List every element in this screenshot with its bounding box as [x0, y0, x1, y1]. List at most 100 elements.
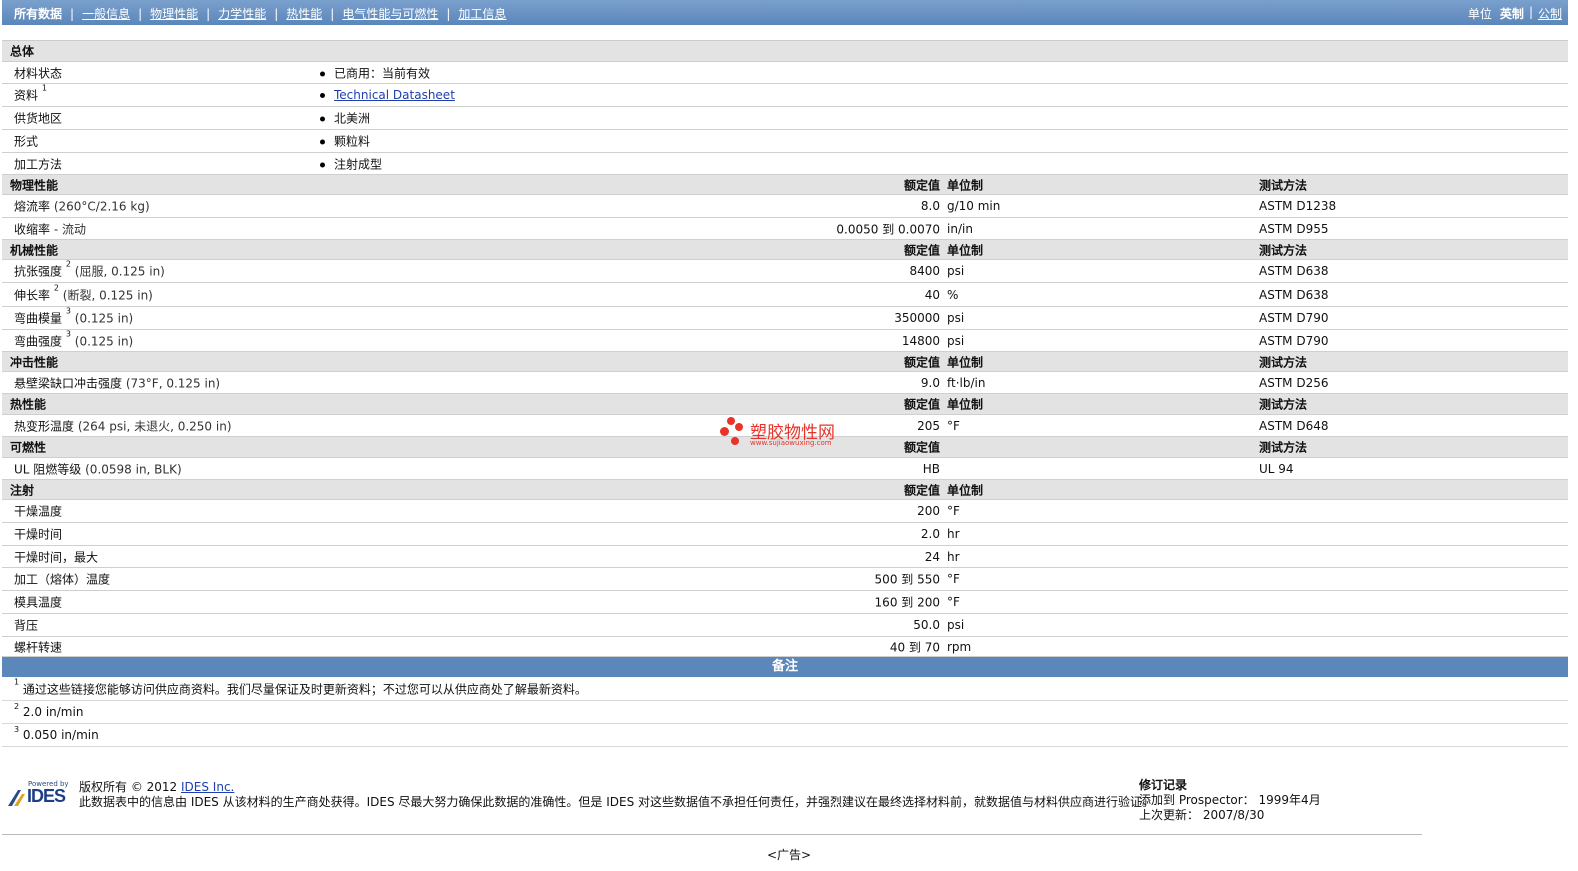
top-nav-bar: 所有数据 | 一般信息 | 物理性能 | 力学性能 | 热性能 | 电气性能与可… — [2, 0, 1568, 25]
table-row: 干燥时间 2.0 hr — [2, 523, 1568, 546]
property-label: 干燥时间 — [14, 527, 63, 542]
condition-text: (0.125 in) — [74, 311, 134, 326]
unit-metric-link[interactable]: 公制 — [1538, 5, 1562, 22]
property-value: 注射成型 — [320, 155, 382, 172]
property-label: 弯曲模量 3 (0.125 in) — [14, 306, 134, 327]
ad-placeholder: <广告> — [766, 848, 812, 862]
col-header-value: 额定值 — [903, 178, 940, 192]
section-nav: 所有数据 | 一般信息 | 物理性能 | 力学性能 | 热性能 | 电气性能与可… — [14, 5, 506, 22]
table-row: UL 阻燃等级 (0.0598 in, BLK) HB UL 94 — [2, 458, 1568, 480]
property-label: 材料状态 — [14, 66, 63, 80]
updated-value: 2007/8/30 — [1202, 808, 1265, 822]
property-label: UL 阻燃等级 (0.0598 in, BLK) — [14, 460, 182, 477]
col-header-unit: 单位制 — [947, 243, 984, 257]
table-row: 资料 1 Technical Datasheet — [2, 84, 1568, 107]
unit-value: ft·lb/in — [947, 375, 986, 390]
unit-switcher: 单位 英制 | 公制 — [1468, 5, 1562, 22]
table-row: 形式 颗粒料 — [2, 130, 1568, 153]
bullet-icon — [320, 162, 325, 167]
property-label: 收缩率 - 流动 — [14, 220, 86, 237]
col-header-test: 测试方法 — [1259, 440, 1308, 455]
table-row: 悬壁梁缺口冲击强度 (73°F, 0.125 in) 9.0 ft·lb/in … — [2, 372, 1568, 394]
section-header-physical: 物理性能 额定值 单位制 测试方法 — [2, 175, 1568, 195]
label-text: 热变形温度 — [14, 419, 75, 433]
value-text: 注射成型 — [334, 157, 383, 171]
table-row: 抗张强度 2 (屈服, 0.125 in) 8400 psi ASTM D638 — [2, 260, 1568, 283]
condition-text: (73°F, 0.125 in) — [125, 376, 221, 390]
watermark-url: www.sujiaowuxing.com — [750, 439, 832, 447]
test-method: ASTM D648 — [1259, 418, 1329, 433]
property-label: 加工（熔体）温度 — [14, 572, 111, 587]
nominal-value: 8.0 — [920, 199, 940, 213]
table-row: 加工方法 注射成型 — [2, 153, 1568, 175]
nav-separator: | — [138, 6, 143, 21]
footnote-ref: 2 — [53, 283, 59, 292]
nominal-value: 24 — [924, 549, 940, 564]
note-item: 1 通过这些链接您能够访问供应商资料。我们尽量保证及时更新资料；不过您可以从供应… — [2, 678, 1568, 701]
unit-value: g/10 min — [947, 199, 1001, 213]
ides-link[interactable]: IDES Inc. — [181, 780, 234, 794]
table-row: 材料状态 已商用：当前有效 — [2, 62, 1568, 84]
nav-separator: | — [446, 6, 451, 21]
property-label: 抗张强度 2 (屈服, 0.125 in) — [14, 260, 165, 280]
unit-english[interactable]: 英制 — [1500, 5, 1524, 22]
unit-separator: | — [1528, 5, 1533, 19]
property-value: 北美洲 — [320, 110, 370, 127]
condition-text: (260°C/2.16 kg) — [53, 199, 150, 214]
table-row: 背压 50.0 psi — [2, 614, 1568, 637]
test-method: ASTM D638 — [1259, 264, 1329, 278]
unit-label: 单位 — [1467, 7, 1492, 21]
unit-value: psi — [947, 311, 965, 325]
section-title: 机械性能 — [10, 243, 59, 257]
watermark-dot-icon — [731, 437, 739, 445]
property-label: 模具温度 — [14, 595, 63, 610]
nav-processing[interactable]: 加工信息 — [458, 5, 506, 22]
note-text: 0.050 in/min — [22, 728, 99, 742]
value-text: 北美洲 — [334, 111, 371, 126]
footnote-ref: 3 — [65, 306, 71, 316]
nav-separator: | — [274, 6, 279, 21]
test-method: ASTM D1238 — [1259, 199, 1337, 213]
nominal-value: 14800 — [901, 333, 940, 348]
unit-value: psi — [947, 264, 965, 278]
nav-separator: | — [70, 6, 75, 21]
nav-electrical-flammability[interactable]: 电气性能与可燃性 — [342, 5, 438, 22]
table-row: 干燥时间，最大 24 hr — [2, 546, 1568, 568]
nav-physical[interactable]: 物理性能 — [150, 5, 198, 22]
nominal-value: 500 到 550 — [874, 572, 940, 587]
watermark: 塑胶物性网 www.sujiaowuxing.com — [719, 415, 859, 451]
label-text: 弯曲强度 — [14, 334, 63, 348]
nav-thermal[interactable]: 热性能 — [286, 5, 322, 22]
nominal-value: 40 — [924, 287, 940, 302]
property-value: 已商用：当前有效 — [320, 64, 430, 81]
nav-mechanical[interactable]: 力学性能 — [218, 5, 266, 22]
property-label: 干燥时间，最大 — [14, 550, 99, 564]
table-row: 螺杆转速 40 到 70 rpm — [2, 637, 1568, 657]
copyright-text: 版权所有 © 2012 — [79, 780, 178, 794]
unit-value: °F — [947, 504, 960, 518]
test-method: ASTM D790 — [1259, 333, 1329, 348]
nominal-value: 200 — [917, 504, 940, 518]
col-header-test: 测试方法 — [1259, 397, 1308, 412]
technical-datasheet-link[interactable]: Technical Datasheet — [334, 88, 455, 102]
property-label: 加工方法 — [14, 157, 63, 171]
nav-general-info[interactable]: 一般信息 — [82, 5, 130, 22]
note-number: 2 — [14, 702, 20, 711]
section-title: 注射 — [10, 483, 35, 497]
label-text: 收缩率 — [14, 222, 51, 236]
property-label: 熔流率 (260°C/2.16 kg) — [14, 198, 150, 215]
nominal-value: 2.0 — [920, 527, 940, 541]
ides-logo[interactable]: Powered by IDES — [8, 780, 72, 806]
property-label: 悬壁梁缺口冲击强度 (73°F, 0.125 in) — [14, 374, 220, 391]
copyright-block: 版权所有 © 2012 IDES Inc. 此数据表中的信息由 IDES 从该材… — [79, 780, 1154, 810]
col-header-unit: 单位制 — [947, 178, 984, 192]
revision-history: 修订记录 添加到 Prospector： 1999年4月 上次更新： 2007/… — [1139, 778, 1321, 823]
table-row: 加工（熔体）温度 500 到 550 °F — [2, 568, 1568, 591]
col-header-unit: 单位制 — [947, 483, 984, 497]
note-text: 通过这些链接您能够访问供应商资料。我们尽量保证及时更新资料；不过您可以从供应商处… — [22, 682, 587, 697]
col-header-value: 额定值 — [903, 243, 940, 257]
nav-all-data[interactable]: 所有数据 — [14, 5, 62, 22]
label-text: UL 阻燃等级 — [14, 462, 82, 476]
unit-value: rpm — [947, 639, 972, 654]
property-label: 背压 — [14, 618, 39, 633]
